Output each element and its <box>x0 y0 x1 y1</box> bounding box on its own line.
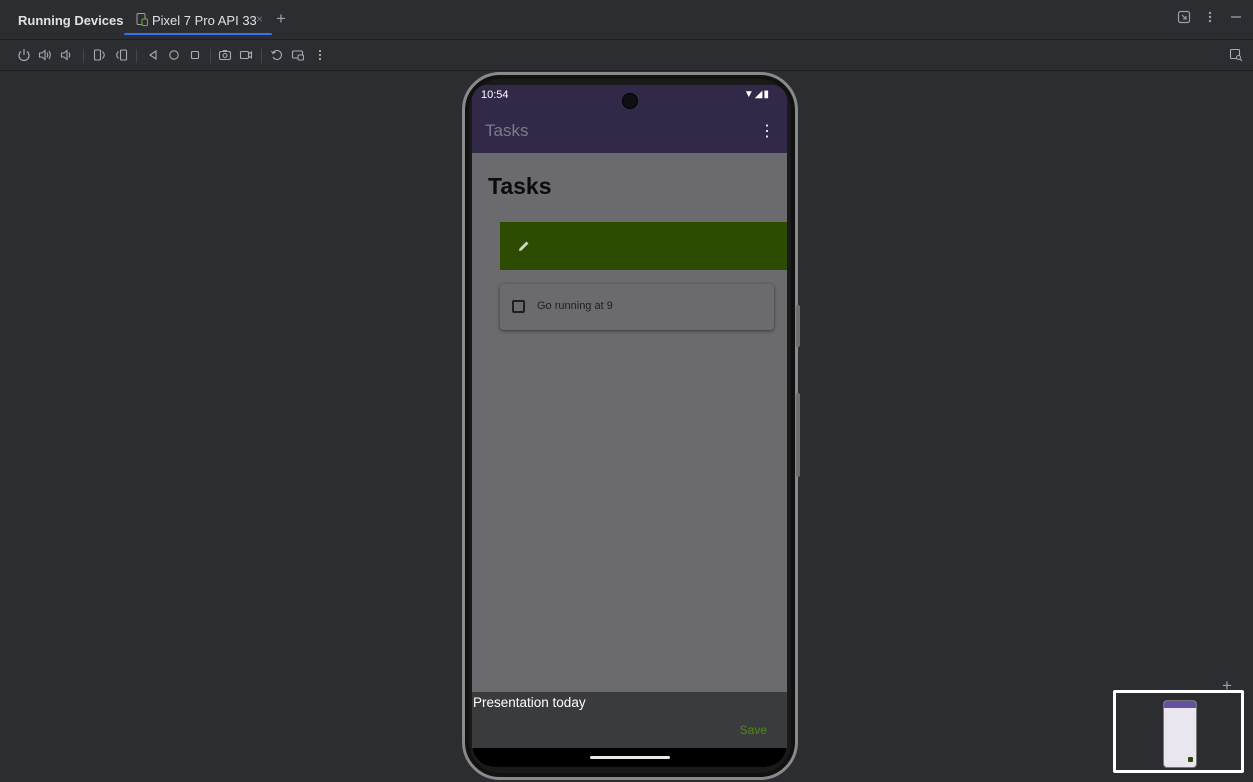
task-title-input[interactable]: Presentation today <box>473 695 586 710</box>
save-button[interactable]: Save <box>740 723 767 737</box>
task-list-screen: Tasks Go running at 9 <box>472 153 787 767</box>
status-time: 10:54 <box>481 89 509 101</box>
extended-controls-icon[interactable] <box>291 48 305 62</box>
swipe-edit-background[interactable] <box>500 222 787 270</box>
toolbar-separator <box>83 49 84 63</box>
tab-bar: Running Devices Pixel 7 Pro API 33 × + <box>0 0 1253 40</box>
more-options-icon[interactable] <box>313 48 327 62</box>
more-options-icon[interactable] <box>1203 10 1217 24</box>
tab-label: Pixel 7 Pro API 33 <box>152 13 257 28</box>
panel-title: Running Devices <box>18 13 124 28</box>
minimap-fab <box>1188 757 1193 762</box>
camera-cutout <box>622 93 638 109</box>
app-bar-title: Tasks <box>485 121 529 140</box>
rotate-left-icon[interactable] <box>93 48 107 62</box>
window-controls <box>1177 10 1243 24</box>
app-bar: Tasks ⋮ <box>472 115 787 153</box>
page-title: Tasks <box>488 173 552 199</box>
overflow-menu-icon[interactable]: ⋮ <box>759 121 775 141</box>
home-icon[interactable] <box>167 48 181 62</box>
edit-icon <box>519 241 529 251</box>
device-manager-icon[interactable] <box>1177 10 1191 24</box>
volume-down-icon[interactable] <box>59 48 73 62</box>
new-task-sheet: Presentation today Save <box>472 692 787 748</box>
task-label: Go running at 9 <box>537 300 613 312</box>
rotate-right-icon[interactable] <box>114 48 128 62</box>
home-handle[interactable] <box>590 756 670 759</box>
screenshot-icon[interactable] <box>218 48 232 62</box>
close-icon[interactable]: × <box>256 12 263 26</box>
minimap-device-preview <box>1163 700 1197 768</box>
volume-up-icon[interactable] <box>38 48 52 62</box>
task-checkbox[interactable] <box>512 300 525 313</box>
task-card[interactable]: Go running at 9 <box>500 284 774 330</box>
back-icon[interactable] <box>146 48 160 62</box>
minimize-icon[interactable] <box>1229 10 1243 24</box>
device-icon <box>136 13 148 26</box>
toolbar-separator <box>210 49 211 63</box>
status-bar: 10:54 ▼◢▮ <box>472 85 787 115</box>
toolbar-separator <box>261 49 262 63</box>
gesture-nav-bar <box>472 748 787 767</box>
add-tab-button[interactable]: + <box>276 9 286 29</box>
tab-pixel-7-pro[interactable]: Pixel 7 Pro API 33 × <box>124 0 272 40</box>
device-screen[interactable]: 10:54 ▼◢▮ Tasks ⋮ Tasks Go running at 9 … <box>472 85 787 767</box>
screen-record-icon[interactable] <box>239 48 253 62</box>
status-icons: ▼◢▮ <box>743 89 770 100</box>
active-tab-indicator <box>124 33 272 35</box>
power-button <box>796 305 800 347</box>
inspect-icon[interactable] <box>1229 48 1243 62</box>
toolbar-separator <box>136 49 137 63</box>
overview-icon[interactable] <box>188 48 202 62</box>
minimap-app-bar <box>1164 701 1196 708</box>
volume-rocker <box>796 393 800 477</box>
emulator-toolbar <box>0 40 1253 71</box>
power-icon[interactable] <box>17 48 31 62</box>
snapshot-icon[interactable] <box>270 48 284 62</box>
minimap[interactable] <box>1113 690 1244 773</box>
